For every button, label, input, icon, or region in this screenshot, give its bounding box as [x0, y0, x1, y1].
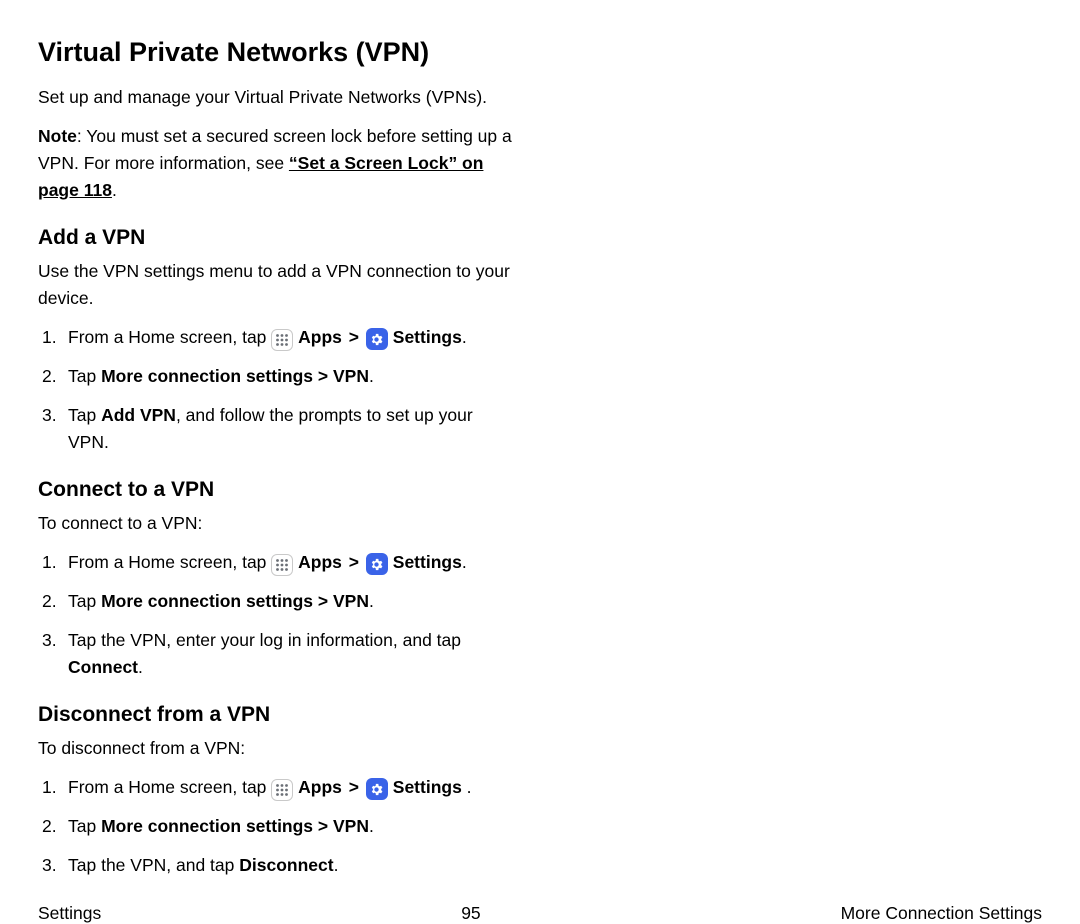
disconnect-steps: From a Home screen, tap Apps > Settings …	[38, 774, 518, 879]
heading-disconnect-vpn: Disconnect from a VPN	[38, 701, 518, 728]
connect-step-3: Tap the VPN, enter your log in informati…	[38, 627, 518, 681]
apps-icon	[271, 329, 293, 351]
settings-label: Settings	[393, 552, 462, 572]
settings-label: Settings	[393, 327, 462, 347]
disconnect-intro: To disconnect from a VPN:	[38, 735, 518, 762]
connect-step-2: Tap More connection settings > VPN.	[38, 588, 518, 615]
apps-label: Apps	[298, 552, 347, 572]
tap-prefix: Tap	[68, 405, 101, 425]
disconnect-label: Disconnect	[239, 855, 333, 875]
more-conn-label: More connection settings > VPN	[101, 366, 369, 386]
period: .	[334, 855, 339, 875]
page-footer: Settings 95 More Connection Settings	[38, 891, 1042, 924]
manual-page: Virtual Private Networks (VPN) Set up an…	[0, 0, 1080, 720]
apps-icon	[271, 779, 293, 801]
add-intro: Use the VPN settings menu to add a VPN c…	[38, 258, 518, 312]
connect-step3-lead: Tap the VPN, enter your log in informati…	[68, 630, 461, 650]
heading-add-vpn: Add a VPN	[38, 224, 518, 251]
disconnect-step-3: Tap the VPN, and tap Disconnect.	[38, 852, 518, 879]
add-step-2: Tap More connection settings > VPN.	[38, 363, 518, 390]
page-title: Virtual Private Networks (VPN)	[38, 36, 518, 70]
period: .	[462, 327, 467, 347]
connect-steps: From a Home screen, tap Apps > Settings.…	[38, 549, 518, 682]
add-vpn-label: Add VPN	[101, 405, 176, 425]
apps-label: Apps	[298, 777, 347, 797]
step-text: From a Home screen, tap	[68, 327, 271, 347]
add-step-3: Tap Add VPN, and follow the prompts to s…	[38, 402, 518, 456]
intro-text: Set up and manage your Virtual Private N…	[38, 84, 518, 111]
chevron: >	[347, 777, 361, 797]
more-conn-label: More connection settings > VPN	[101, 816, 369, 836]
disconnect-step-1: From a Home screen, tap Apps > Settings …	[38, 774, 518, 801]
disconnect-step-2: Tap More connection settings > VPN.	[38, 813, 518, 840]
content-columns: Virtual Private Networks (VPN) Set up an…	[38, 36, 1042, 891]
disconnect-step3-lead: Tap the VPN, and tap	[68, 855, 239, 875]
footer-page-number: 95	[461, 903, 480, 924]
period: .	[462, 552, 467, 572]
chevron: >	[347, 552, 361, 572]
add-step-1: From a Home screen, tap Apps > Settings.	[38, 324, 518, 351]
step-text: From a Home screen, tap	[68, 777, 271, 797]
connect-label: Connect	[68, 657, 138, 677]
settings-icon	[366, 553, 388, 575]
tap-prefix: Tap	[68, 816, 101, 836]
period: .	[369, 366, 374, 386]
more-conn-label: More connection settings > VPN	[101, 591, 369, 611]
note-paragraph: Note: You must set a secured screen lock…	[38, 123, 518, 204]
period: .	[369, 591, 374, 611]
period: .	[138, 657, 143, 677]
settings-trail: .	[462, 777, 472, 797]
settings-icon	[366, 328, 388, 350]
period: .	[369, 816, 374, 836]
note-tail: .	[112, 180, 117, 200]
settings-label: Settings	[393, 777, 462, 797]
settings-icon	[366, 778, 388, 800]
footer-right: More Connection Settings	[841, 903, 1042, 924]
tap-prefix: Tap	[68, 366, 101, 386]
add-steps: From a Home screen, tap Apps > Settings.…	[38, 324, 518, 457]
note-label: Note	[38, 126, 77, 146]
apps-icon	[271, 554, 293, 576]
heading-connect-vpn: Connect to a VPN	[38, 476, 518, 503]
chevron: >	[347, 327, 361, 347]
tap-prefix: Tap	[68, 591, 101, 611]
footer-left: Settings	[38, 903, 101, 924]
connect-step-1: From a Home screen, tap Apps > Settings.	[38, 549, 518, 576]
step-text: From a Home screen, tap	[68, 552, 271, 572]
apps-label: Apps	[298, 327, 347, 347]
connect-intro: To connect to a VPN:	[38, 510, 518, 537]
